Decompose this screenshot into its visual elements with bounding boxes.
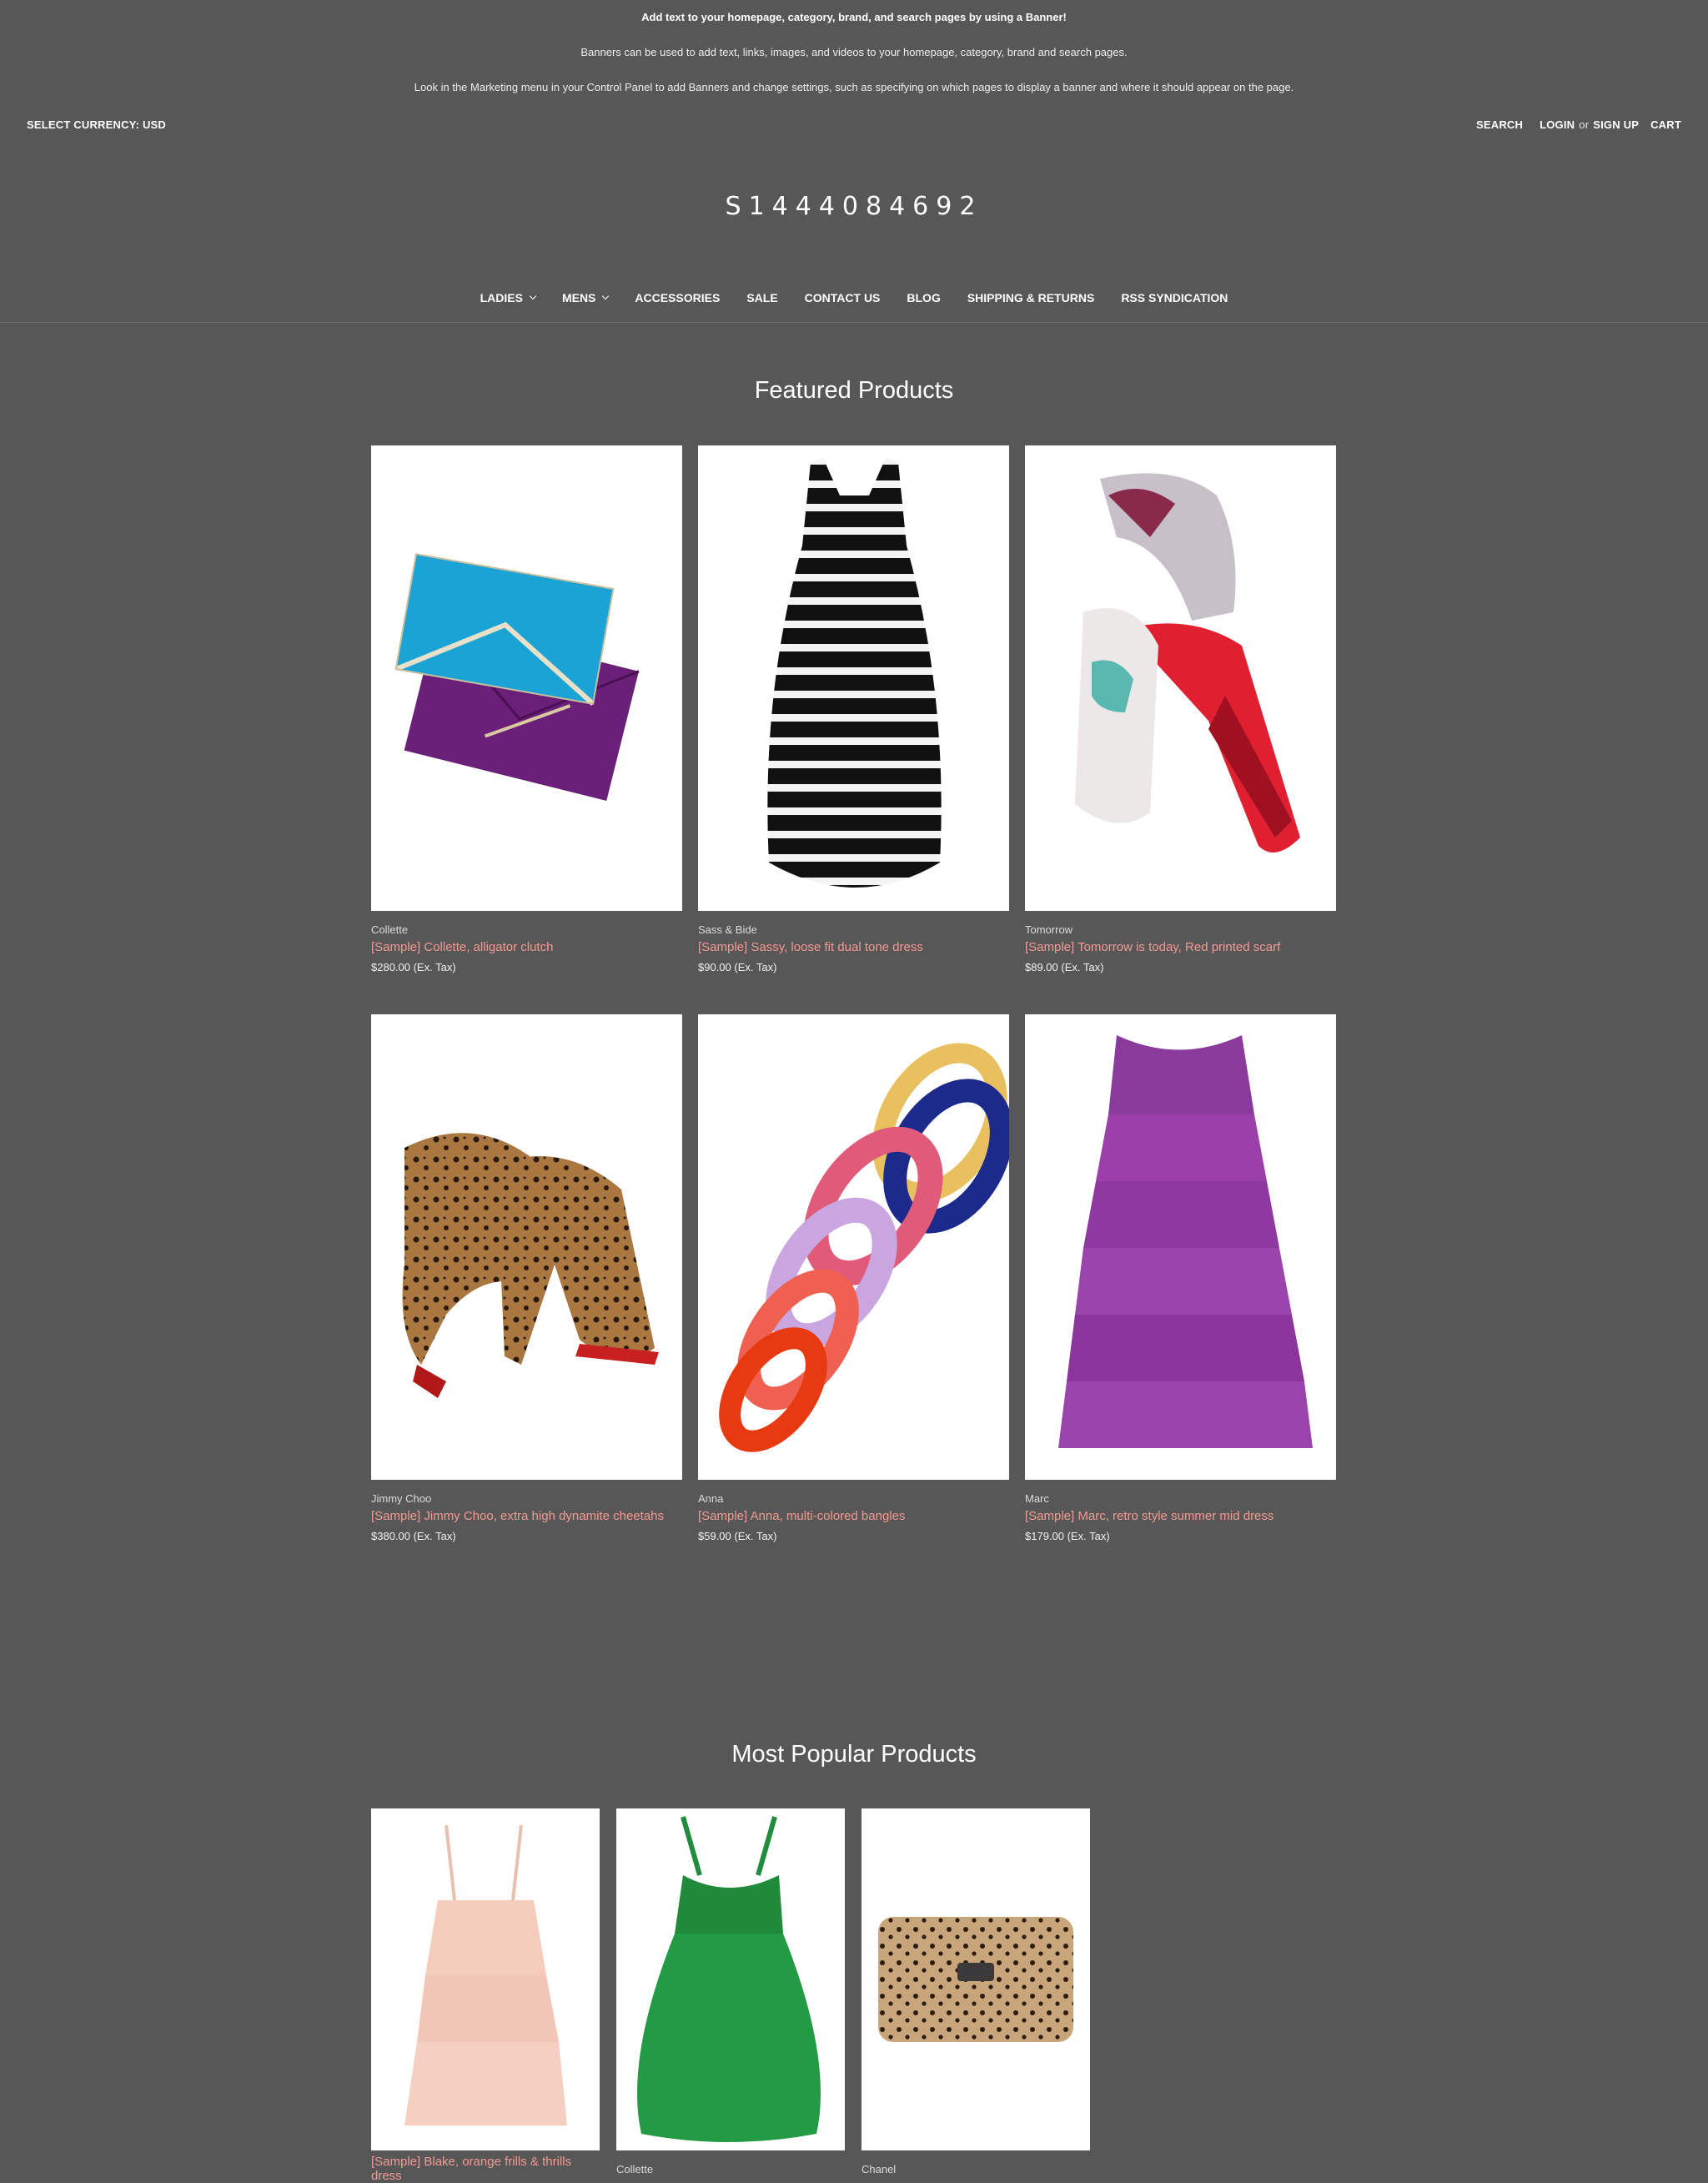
signup-link[interactable]: SIGN UP xyxy=(1593,118,1639,131)
product-brand[interactable]: Collette xyxy=(616,2163,845,2175)
nav-label: MENS xyxy=(561,291,596,304)
product-card[interactable]: Anna [Sample] Anna, multi-colored bangle… xyxy=(698,1014,1009,1542)
product-image-peach-dress[interactable] xyxy=(371,1808,600,2150)
product-image-striped-dress[interactable] xyxy=(698,445,1009,911)
product-card[interactable]: Collette [Sample] Collette, alligator cl… xyxy=(371,445,682,973)
product-price: $59.00 (Ex. Tax) xyxy=(698,1530,777,1542)
product-card[interactable]: Marc [Sample] Marc, retro style summer m… xyxy=(1025,1014,1336,1542)
product-image-green-dress[interactable] xyxy=(616,1808,845,2150)
featured-title: Featured Products xyxy=(754,377,954,404)
product-card[interactable]: Chanel xyxy=(862,1808,1090,2175)
product-name[interactable]: [Sample] Sassy, loose fit dual tone dres… xyxy=(698,940,1009,954)
or-separator: or xyxy=(1579,118,1590,131)
banner-text: Look in the Marketing menu in your Contr… xyxy=(414,81,1294,93)
product-brand[interactable]: Collette xyxy=(371,923,682,936)
product-brand[interactable]: Marc xyxy=(1025,1492,1336,1505)
product-price: $90.00 (Ex. Tax) xyxy=(698,961,777,973)
banner-headline: Add text to your homepage, category, bra… xyxy=(641,11,1067,23)
nav-item-contact[interactable]: CONTACT US xyxy=(791,291,894,304)
chevron-down-icon xyxy=(602,292,610,300)
product-name[interactable]: [Sample] Jimmy Choo, extra high dynamite… xyxy=(371,1509,682,1523)
product-image-clutch[interactable] xyxy=(371,445,682,911)
product-card[interactable]: Sass & Bide [Sample] Sassy, loose fit du… xyxy=(698,445,1009,973)
product-image-purple-dress[interactable] xyxy=(1025,1014,1336,1480)
nav-item-sale[interactable]: SALE xyxy=(733,291,791,304)
search-link[interactable]: SEARCH xyxy=(1476,118,1523,131)
product-card[interactable]: [Sample] Blake, orange frills & thrills … xyxy=(371,1808,600,2183)
account-nav: SEARCH LOGIN or SIGN UP CART xyxy=(1464,118,1681,131)
product-image-scarf[interactable] xyxy=(1025,445,1336,911)
nav-item-blog[interactable]: BLOG xyxy=(893,291,953,304)
product-image-leopard-clutch[interactable] xyxy=(862,1808,1090,2150)
main-navigation: LADIES MENS ACCESSORIES SALE CONTACT US … xyxy=(0,291,1708,304)
nav-divider xyxy=(0,322,1708,323)
product-card[interactable]: Tomorrow [Sample] Tomorrow is today, Red… xyxy=(1025,445,1336,973)
currency-selector[interactable]: SELECT CURRENCY: USD xyxy=(27,118,166,131)
top-utility-bar: SELECT CURRENCY: USD SEARCH LOGIN or SIG… xyxy=(0,118,1708,135)
product-name[interactable]: [Sample] Collette, alligator clutch xyxy=(371,940,682,954)
product-price: $280.00 (Ex. Tax) xyxy=(371,961,456,973)
product-name[interactable]: [Sample] Anna, multi-colored bangles xyxy=(698,1509,1009,1523)
product-card[interactable]: Jimmy Choo [Sample] Jimmy Choo, extra hi… xyxy=(371,1014,682,1542)
nav-item-ladies[interactable]: LADIES xyxy=(467,291,549,304)
nav-item-accessories[interactable]: ACCESSORIES xyxy=(621,291,733,304)
product-brand[interactable]: Jimmy Choo xyxy=(371,1492,682,1505)
product-brand[interactable]: Tomorrow xyxy=(1025,923,1336,936)
product-price: $380.00 (Ex. Tax) xyxy=(371,1530,456,1542)
product-price: $179.00 (Ex. Tax) xyxy=(1025,1530,1110,1542)
product-brand[interactable]: Chanel xyxy=(862,2163,1090,2175)
product-name[interactable]: [Sample] Tomorrow is today, Red printed … xyxy=(1025,940,1336,954)
chevron-down-icon xyxy=(529,292,537,300)
product-name[interactable]: [Sample] Blake, orange frills & thrills … xyxy=(371,2155,600,2183)
store-logo[interactable]: S1444084692 xyxy=(0,192,1708,221)
nav-item-rss[interactable]: RSS SYNDICATION xyxy=(1108,291,1241,304)
product-brand[interactable]: Sass & Bide xyxy=(698,923,1009,936)
product-name[interactable]: [Sample] Marc, retro style summer mid dr… xyxy=(1025,1509,1336,1523)
product-card[interactable]: Collette xyxy=(616,1808,845,2175)
product-image-leopard-heels[interactable] xyxy=(371,1014,682,1480)
product-brand[interactable]: Anna xyxy=(698,1492,1009,1505)
cart-link[interactable]: CART xyxy=(1650,118,1681,131)
nav-item-mens[interactable]: MENS xyxy=(549,291,621,304)
banner-text: Banners can be used to add text, links, … xyxy=(580,46,1128,58)
nav-label: LADIES xyxy=(480,291,523,304)
login-link[interactable]: LOGIN xyxy=(1540,118,1575,131)
popular-title: Most Popular Products xyxy=(731,1741,977,1768)
product-image-bangles[interactable] xyxy=(698,1014,1009,1480)
nav-item-shipping[interactable]: SHIPPING & RETURNS xyxy=(954,291,1108,304)
product-price: $89.00 (Ex. Tax) xyxy=(1025,961,1104,973)
